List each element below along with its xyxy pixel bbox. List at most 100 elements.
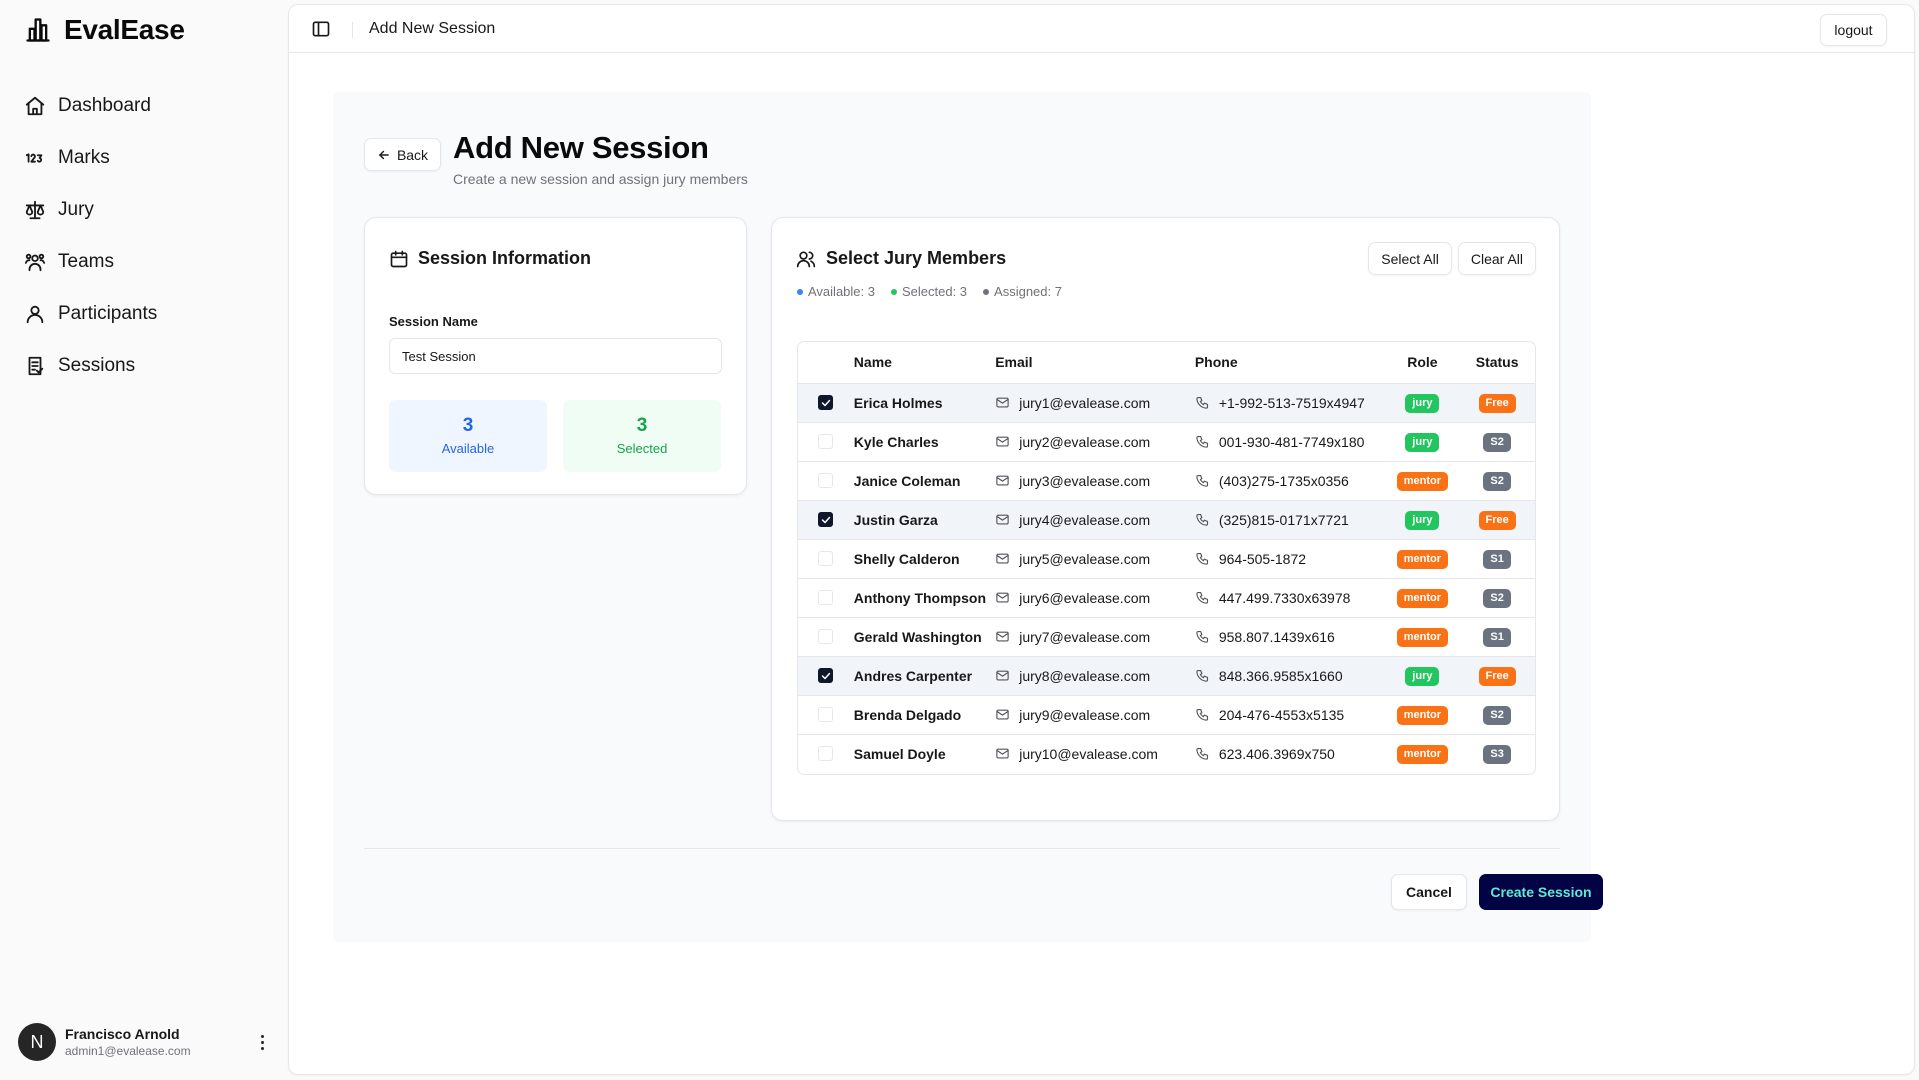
phone-cell: 964-505-1872 [1195, 539, 1386, 578]
select-cell [798, 578, 854, 617]
name-cell: Janice Coleman [853, 472, 961, 489]
logout-button[interactable]: logout [1820, 14, 1887, 46]
back-button[interactable]: Back [364, 138, 441, 171]
email-cell: jury5@evalease.com [995, 539, 1195, 578]
role-badge: mentor [1396, 705, 1449, 725]
status-cell: S1 [1459, 539, 1535, 578]
column-header-name[interactable]: Name [854, 342, 995, 383]
column-header-status[interactable]: Status [1459, 342, 1535, 383]
row-checkbox[interactable] [818, 590, 833, 605]
column-header-email[interactable]: Email [995, 342, 1195, 383]
phone-cell: 848.366.9585x1660 [1195, 656, 1386, 695]
session-name-input[interactable] [389, 338, 722, 374]
content-area: Back Add New Session Create a new sessio… [333, 92, 1603, 942]
column-header-phone[interactable]: Phone [1195, 342, 1386, 383]
mail-icon [995, 434, 1010, 449]
row-checkbox[interactable] [818, 473, 833, 488]
check-icon [821, 672, 830, 679]
table-row[interactable]: Samuel Doyle jury10@evalease.com 623.406… [798, 734, 1535, 773]
column-header-role[interactable]: Role [1386, 342, 1460, 383]
status-badge: Free [1478, 666, 1516, 686]
status-cell: S2 [1459, 422, 1535, 461]
users-group-icon [24, 251, 46, 273]
user-info: Francisco Arnold admin1@evalease.com [65, 1026, 191, 1058]
row-checkbox[interactable] [818, 395, 833, 410]
role-badge: mentor [1396, 627, 1449, 647]
role-badge: mentor [1396, 549, 1449, 569]
available-stat: 3 Available [389, 400, 547, 472]
available-indicator: Available: 3 [797, 284, 875, 299]
email-text: jury3@evalease.com [1019, 472, 1151, 489]
table-row[interactable]: Janice Coleman jury3@evalease.com (403)2… [798, 461, 1535, 500]
brand[interactable]: EvalEase [24, 14, 185, 46]
role-badge: jury [1405, 432, 1440, 452]
select-cell [798, 383, 854, 422]
bar-chart-logo-icon [24, 16, 52, 44]
status-cell: S1 [1459, 617, 1535, 656]
select-all-button[interactable]: Select All [1368, 242, 1452, 275]
status-cell: Free [1459, 383, 1535, 422]
phone-text: +1-992-513-7519x4947 [1218, 394, 1365, 411]
create-session-button[interactable]: Create Session [1479, 874, 1603, 910]
sidebar-item-jury[interactable]: Jury [24, 184, 264, 236]
status-badge: Free [1478, 393, 1516, 413]
table-row[interactable]: Justin Garza jury4@evalease.com (325)815… [798, 500, 1535, 539]
assigned-indicator-label: Assigned: 7 [994, 284, 1062, 299]
name-cell: Justin Garza [853, 511, 938, 528]
row-checkbox[interactable] [818, 551, 833, 566]
session-info-card: Session Information Session Name 3 Avail… [364, 217, 747, 495]
session-info-header: Session Information [389, 248, 591, 269]
role-badge: jury [1405, 393, 1440, 413]
numbers-123-icon [24, 147, 46, 169]
scale-icon [24, 199, 46, 221]
calendar-icon [389, 249, 409, 269]
email-cell: jury3@evalease.com [995, 461, 1195, 500]
phone-text: 204-476-4553x5135 [1218, 706, 1345, 723]
cancel-button[interactable]: Cancel [1391, 874, 1467, 910]
phone-icon [1195, 746, 1210, 761]
row-checkbox[interactable] [818, 512, 833, 527]
session-info-title: Session Information [418, 248, 592, 268]
user-profile[interactable]: N Francisco Arnold admin1@evalease.com [18, 1020, 270, 1064]
status-cell: S2 [1459, 461, 1535, 500]
row-checkbox[interactable] [818, 629, 833, 644]
email-cell: jury2@evalease.com [995, 422, 1195, 461]
phone-cell: 204-476-4553x5135 [1195, 695, 1386, 734]
sidebar-item-sessions[interactable]: Sessions [24, 340, 264, 392]
status-cell: S2 [1459, 578, 1535, 617]
table-row[interactable]: Kyle Charles jury2@evalease.com 001-930-… [798, 422, 1535, 461]
table-row[interactable]: Andres Carpenter jury8@evalease.com 848.… [798, 656, 1535, 695]
phone-icon [1195, 707, 1210, 722]
sidebar-toggle-icon[interactable] [311, 19, 331, 39]
row-checkbox[interactable] [818, 434, 833, 449]
role-cell: mentor [1386, 695, 1460, 734]
phone-icon [1195, 668, 1210, 683]
table-row[interactable]: Erica Holmes jury1@evalease.com +1-992-5… [798, 383, 1535, 422]
name-cell: Andres Carpenter [853, 667, 973, 684]
session-name-label: Session Name [389, 314, 478, 329]
name-cell: Erica Holmes [853, 394, 943, 411]
table-row[interactable]: Anthony Thompson jury6@evalease.com 447.… [798, 578, 1535, 617]
row-checkbox[interactable] [818, 707, 833, 722]
phone-cell: 958.807.1439x616 [1195, 617, 1386, 656]
sidebar-item-participants[interactable]: Participants [24, 288, 264, 340]
table-row[interactable]: Shelly Calderon jury5@evalease.com 964-5… [798, 539, 1535, 578]
row-checkbox[interactable] [818, 668, 833, 683]
more-vertical-icon[interactable] [254, 1032, 270, 1052]
selected-indicator: Selected: 3 [890, 284, 967, 299]
role-cell: mentor [1386, 461, 1460, 500]
green-dot-icon [890, 288, 897, 295]
table-row[interactable]: Gerald Washington jury7@evalease.com 958… [798, 617, 1535, 656]
user-name: Francisco Arnold [65, 1026, 180, 1042]
phone-icon [1195, 512, 1210, 527]
jury-header: Select Jury Members [796, 248, 1006, 269]
sidebar-item-label: Marks [58, 147, 110, 168]
row-checkbox[interactable] [818, 746, 833, 762]
check-icon [821, 399, 830, 406]
table-row[interactable]: Brenda Delgado jury9@evalease.com 204-47… [798, 695, 1535, 734]
email-text: jury8@evalease.com [1019, 667, 1151, 684]
clear-all-button[interactable]: Clear All [1457, 242, 1536, 275]
sidebar-item-teams[interactable]: Teams [24, 236, 264, 288]
sidebar-item-marks[interactable]: Marks [24, 132, 264, 184]
sidebar-item-dashboard[interactable]: Dashboard [24, 80, 264, 132]
